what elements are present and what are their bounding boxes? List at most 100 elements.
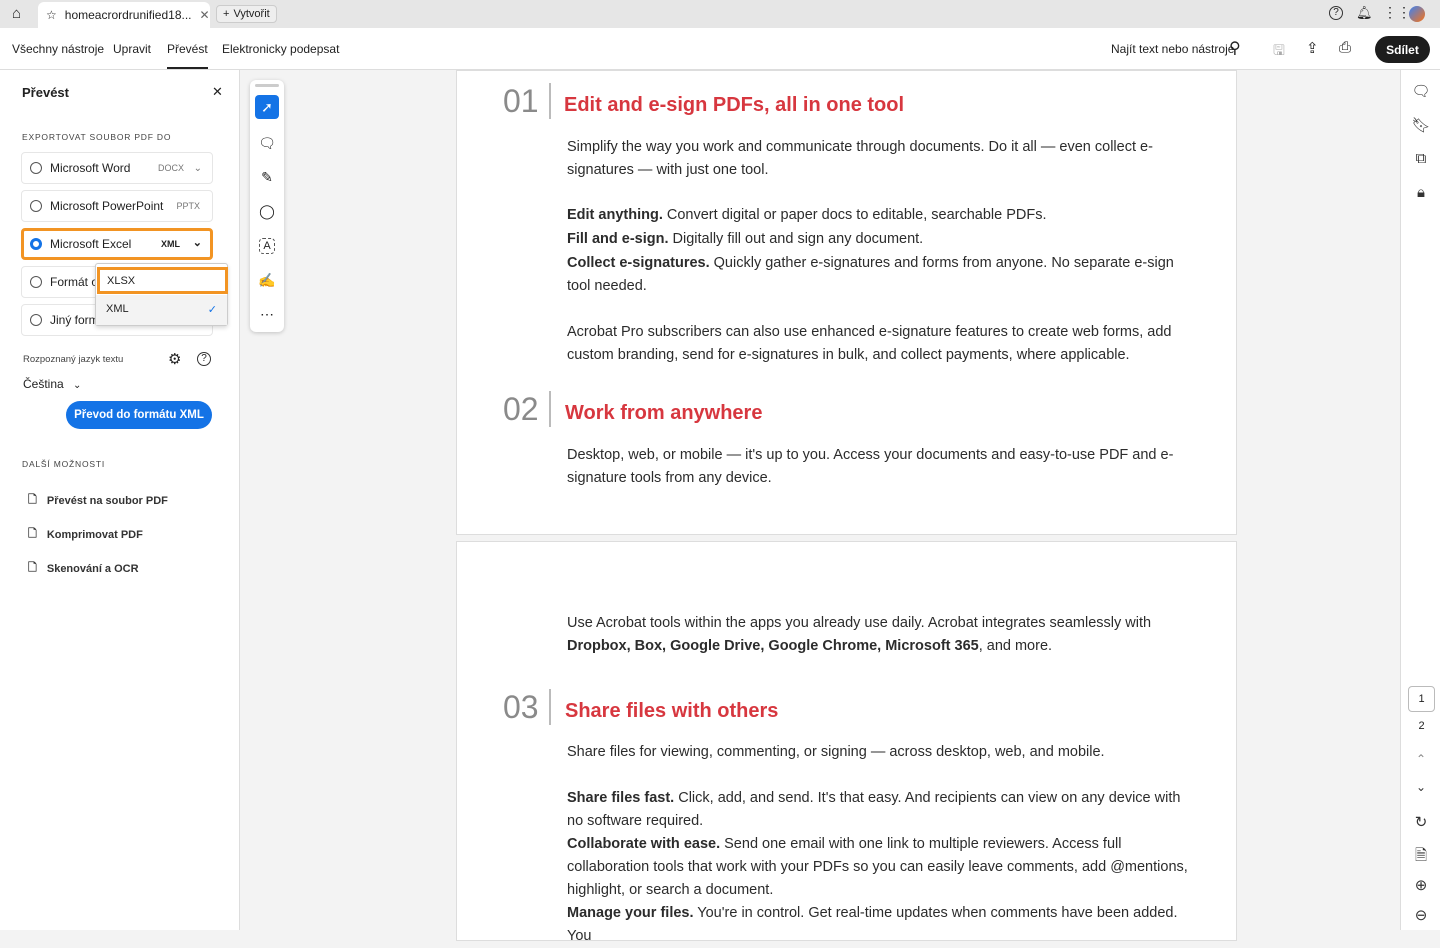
pages-icon[interactable]: ⧉ xyxy=(1411,150,1431,167)
option-label: Microsoft Word xyxy=(50,161,130,175)
browser-tab[interactable]: ☆ homeacrordrunified18... ✕ xyxy=(38,2,210,28)
text-select-icon[interactable]: A xyxy=(259,238,275,254)
integrations-text: Use Acrobat tools within the apps you al… xyxy=(567,612,1197,658)
convert-panel: Převést ✕ EXPORTOVAT SOUBOR PDF DO Micro… xyxy=(0,70,240,930)
tab-convert[interactable]: Převést xyxy=(167,42,208,69)
right-rail: 🗨︎ 🔖︎ ⧉ 🔒︎ 1 2 ⌃ ⌄ ↻ 🗎 ⊕ ⊖ xyxy=(1400,70,1440,930)
new-tab-label: Vytvořit xyxy=(233,8,269,20)
radio[interactable] xyxy=(30,314,42,326)
more-label: Skenování a OCR xyxy=(47,563,139,575)
page-2-thumb[interactable]: 2 xyxy=(1408,720,1435,732)
avatar[interactable] xyxy=(1409,6,1425,22)
home-icon[interactable]: ⌂ xyxy=(12,5,21,22)
apps-grid-icon[interactable]: ⋮⋮ xyxy=(1383,4,1411,21)
convert-button[interactable]: Převod do formátu XML xyxy=(66,401,212,429)
dropdown-option-xml[interactable]: XML✓ xyxy=(96,295,227,325)
section-text: Share files for viewing, commenting, or … xyxy=(567,741,1197,764)
panel-title: Převést xyxy=(22,85,69,100)
pen-icon[interactable]: ✎ xyxy=(255,165,279,189)
option-label: Microsoft PowerPoint xyxy=(50,199,163,213)
feature-title: Collaborate with ease. xyxy=(567,836,720,852)
text: Use Acrobat tools within the apps you al… xyxy=(567,615,1151,631)
plus-icon: + xyxy=(223,8,229,20)
radio[interactable] xyxy=(30,200,42,212)
section-number: 02 xyxy=(503,391,551,427)
rotate-icon[interactable]: ↻ xyxy=(1411,813,1431,831)
pdf-page-1: 01 Edit and e-sign PDFs, all in one tool… xyxy=(456,70,1237,535)
feature-title: Collect e-signatures. xyxy=(567,255,710,271)
section-title: Share files with others xyxy=(565,700,778,723)
chevron-up-icon[interactable]: ⌃ xyxy=(1411,752,1431,766)
upload-cloud-icon[interactable]: ⇪ xyxy=(1306,39,1319,57)
share-button[interactable]: Sdílet xyxy=(1375,36,1430,63)
star-icon[interactable]: ☆ xyxy=(46,8,57,22)
bell-icon[interactable]: 🔔︎ xyxy=(1356,5,1373,21)
feature-list: Share files fast. Click, add, and send. … xyxy=(567,787,1197,948)
option-powerpoint[interactable]: Microsoft PowerPoint PPTX xyxy=(21,190,213,222)
drag-handle[interactable] xyxy=(255,84,279,87)
feature-title: Manage your files. xyxy=(567,905,694,921)
radio-selected[interactable] xyxy=(30,238,42,250)
compress-icon: 🗋 xyxy=(28,525,37,544)
browser-tab-bar: ⌂ ☆ homeacrordrunified18... ✕ +Vytvořit … xyxy=(0,0,1440,28)
quick-tools-bar: ➚ 🗨︎ ✎ ◯ A ✍ ⋯ xyxy=(250,80,284,332)
feature-title: Fill and e-sign. xyxy=(567,231,669,247)
section-text: Desktop, web, or mobile — it's up to you… xyxy=(567,444,1197,490)
close-tab-icon[interactable]: ✕ xyxy=(200,8,210,22)
zoom-in-icon[interactable]: ⊕ xyxy=(1411,876,1431,894)
option-excel[interactable]: Microsoft Excel XML ⌄ xyxy=(21,228,213,260)
format-label: XML xyxy=(161,239,180,249)
tab-all-tools[interactable]: Všechny nástroje xyxy=(12,42,104,56)
export-heading: EXPORTOVAT SOUBOR PDF DO xyxy=(22,132,171,142)
sign-icon[interactable]: ✍ xyxy=(255,268,279,292)
feature-text: Digitally fill out and sign any document… xyxy=(669,231,924,247)
radio[interactable] xyxy=(30,162,42,174)
language-select[interactable]: Čeština ⌄ xyxy=(23,377,81,391)
more-icon[interactable]: ⋯ xyxy=(255,302,279,326)
format-label: DOCX xyxy=(158,163,184,173)
tab-esign[interactable]: Elektronicky podepsat xyxy=(222,42,339,56)
feature-title: Share files fast. xyxy=(567,790,674,806)
search-icon[interactable]: ⚲ xyxy=(1229,38,1241,58)
convert-file-icon: 🗋 xyxy=(28,491,37,510)
page-1-thumb[interactable]: 1 xyxy=(1408,686,1435,712)
comment-icon[interactable]: 🗨︎ xyxy=(255,131,279,155)
lock-icon[interactable]: 🔒︎ xyxy=(1411,184,1431,201)
more-compress-pdf[interactable]: 🗋Komprimovat PDF xyxy=(28,525,143,544)
tab-title: homeacrordrunified18... xyxy=(65,8,192,22)
more-scan-ocr[interactable]: 🗋 Skenování a OCR xyxy=(28,559,139,578)
section-title: Work from anywhere xyxy=(565,402,762,425)
format-label: PPTX xyxy=(176,201,200,211)
print-icon[interactable]: ⎙ xyxy=(1339,39,1351,56)
scan-icon: 🗋 xyxy=(28,559,37,578)
gear-icon[interactable]: ⚙ xyxy=(168,350,181,368)
page-fit-icon[interactable]: 🗎 xyxy=(1411,845,1431,870)
select-cursor-icon[interactable]: ➚ xyxy=(255,95,279,119)
lasso-icon[interactable]: ◯ xyxy=(255,199,279,223)
save-icon[interactable]: 🖫 xyxy=(1273,40,1285,64)
feature-title: Edit anything. xyxy=(567,207,663,223)
section-number: 01 xyxy=(503,83,551,119)
bold-text: Dropbox, Box, Google Drive, Google Chrom… xyxy=(567,638,979,654)
section-text: Simplify the way you work and communicat… xyxy=(567,136,1197,182)
option-label: Microsoft Excel xyxy=(50,237,131,251)
dropdown-option-xlsx[interactable]: XLSX xyxy=(97,267,228,294)
option-word[interactable]: Microsoft Word DOCX ⌄ xyxy=(21,152,213,184)
more-label: Převést na soubor PDF xyxy=(47,495,168,507)
close-panel-icon[interactable]: ✕ xyxy=(212,84,223,100)
help-icon[interactable]: ? xyxy=(197,352,211,366)
chevron-down-icon[interactable]: ⌄ xyxy=(1411,780,1431,794)
new-tab-button[interactable]: + Vytvořit xyxy=(216,5,277,23)
radio[interactable] xyxy=(30,276,42,288)
language-label: Rozpoznaný jazyk textu xyxy=(23,354,123,365)
bookmark-icon[interactable]: 🔖︎ xyxy=(1411,116,1431,134)
zoom-out-icon[interactable]: ⊖ xyxy=(1411,906,1431,924)
help-icon[interactable]: ? xyxy=(1329,6,1343,20)
chevron-down-icon[interactable]: ⌄ xyxy=(194,163,202,174)
chevron-down-icon[interactable]: ⌄ xyxy=(193,236,202,249)
more-convert-to-pdf[interactable]: 🗋 Převést na soubor PDF xyxy=(28,491,168,510)
search-tools-input[interactable]: Najít text nebo nástroje xyxy=(1111,42,1234,56)
tab-edit[interactable]: Upravit xyxy=(113,42,151,56)
pdf-page-2: Use Acrobat tools within the apps you al… xyxy=(456,541,1237,941)
comments-icon[interactable]: 🗨︎ xyxy=(1411,82,1431,100)
